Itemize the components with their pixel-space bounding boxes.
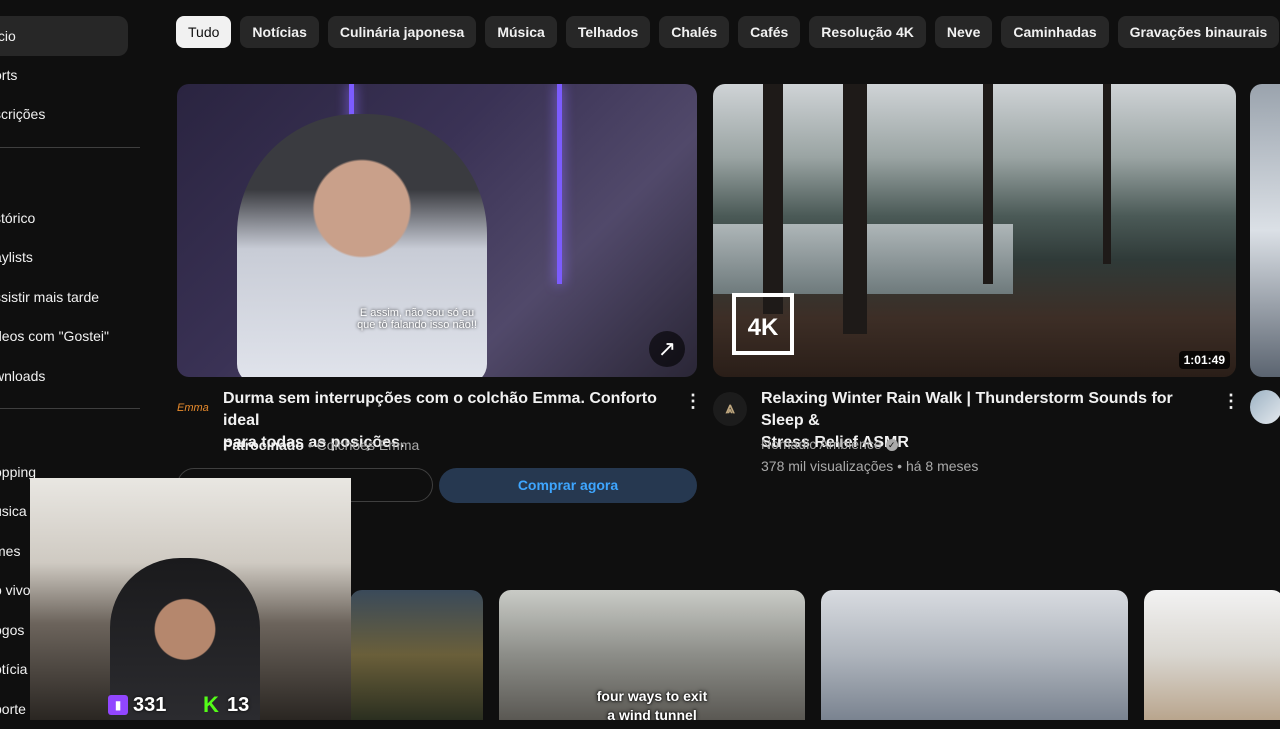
sidebar-item-label: otícia — [0, 661, 28, 677]
chip-musica[interactable]: Música — [485, 16, 557, 48]
chip-resolucao-4k[interactable]: Resolução 4K — [809, 16, 926, 48]
sponsored-label: Patrocinado — [223, 437, 304, 453]
sidebar-item-label: o vivo — [0, 582, 31, 598]
sidebar-item-label: stórico — [0, 210, 36, 226]
presenter-image — [237, 114, 487, 377]
sidebar-item-label: úsica — [0, 503, 27, 519]
sidebar-item-label: mes — [0, 543, 21, 559]
kick-icon: K — [203, 692, 219, 717]
more-options-icon[interactable]: ⋮ — [684, 389, 702, 413]
sidebar-item-label: ogos — [0, 622, 25, 638]
channel-row: Nomadic Ambience ✓ — [761, 436, 898, 452]
filter-chips-bar: Tudo Notícias Culinária japonesa Música Telh… — [176, 16, 1280, 48]
external-link-icon[interactable]: ↗ — [649, 331, 685, 367]
sidebar-item-label: porte — [0, 701, 26, 717]
sidebar-item-label: orts — [0, 67, 18, 83]
neon-light — [557, 84, 562, 284]
sidebar-item-label: ssistir mais tarde — [0, 289, 100, 305]
title-line: Relaxing Winter Rain Walk | Thunderstorm… — [761, 390, 1173, 429]
sidebar-item-label: ício — [0, 28, 16, 44]
tree — [983, 84, 993, 284]
short-thumbnail[interactable] — [350, 590, 483, 720]
tree — [763, 84, 783, 314]
verified-icon: ✓ — [885, 439, 898, 452]
ad-meta: Patrocinado • Colchões Emma — [223, 437, 420, 453]
video-thumbnail-partial[interactable] — [1250, 84, 1280, 377]
video-caption: E assim, não sou só eu que tô falando is… — [357, 307, 477, 331]
twitch-icon: ▮ — [108, 695, 128, 715]
chip-noticias[interactable]: Notícias — [240, 16, 319, 48]
chip-cafes[interactable]: Cafés — [738, 16, 801, 48]
chip-chales[interactable]: Chalés — [659, 16, 730, 48]
more-options-icon[interactable]: ⋮ — [1222, 389, 1240, 413]
short-thumbnail[interactable] — [821, 590, 1128, 720]
sidebar-divider — [0, 408, 140, 409]
short-caption: four ways to exit — [596, 688, 708, 704]
channel-name[interactable]: Colchões Emma — [317, 437, 420, 453]
chip-gravacoes-binaurais[interactable]: Gravações binaurais — [1117, 16, 1280, 48]
sidebar-divider — [0, 147, 140, 148]
kick-viewer-count: 13 — [227, 694, 250, 716]
ad-video-thumbnail[interactable]: E assim, não sou só eu que tô falando is… — [177, 84, 697, 377]
tree — [843, 84, 867, 334]
rain-video-thumbnail[interactable]: 4K 1:01:49 — [713, 84, 1236, 377]
sidebar-item-label: aylists — [0, 249, 33, 265]
video-stats: 378 mil visualizações • há 8 meses — [761, 458, 979, 474]
tree — [1103, 84, 1111, 264]
channel-avatar[interactable] — [1250, 390, 1280, 424]
short-thumbnail[interactable] — [1144, 590, 1280, 720]
sidebar-item-label: scrições — [0, 106, 46, 122]
twitch-viewer-count: 331 — [133, 694, 167, 716]
emma-logo[interactable]: Emma — [177, 398, 209, 418]
chip-neve[interactable]: Neve — [934, 16, 993, 48]
4k-badge: 4K — [732, 293, 794, 355]
sidebar-item-label: deos com "Gostei" — [0, 328, 109, 344]
channel-name[interactable]: Nomadic Ambience — [761, 436, 882, 452]
title-line: Durma sem interrupções com o colchão Emm… — [223, 390, 657, 429]
sidebar-item[interactable]: ício — [0, 16, 128, 56]
chip-culinaria-japonesa[interactable]: Culinária japonesa — [327, 16, 477, 48]
channel-avatar[interactable]: ⩓ — [713, 392, 747, 426]
video-duration: 1:01:49 — [1178, 351, 1230, 369]
chip-telhados[interactable]: Telhados — [565, 16, 651, 48]
short-caption: a wind tunnel — [607, 707, 697, 720]
sidebar-item-label: wnloads — [0, 368, 46, 384]
buy-now-button[interactable]: Comprar agora — [439, 468, 697, 503]
webcam-overlay — [30, 478, 351, 720]
chip-tudo[interactable]: Tudo — [176, 16, 232, 48]
chip-caminhadas[interactable]: Caminhadas — [1001, 16, 1109, 48]
short-thumbnail[interactable]: four ways to exit a wind tunnel — [499, 590, 805, 720]
